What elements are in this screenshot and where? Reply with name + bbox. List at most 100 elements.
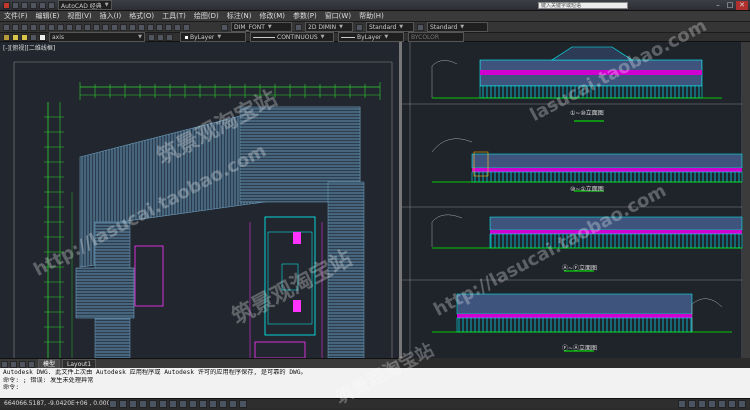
transparency-icon[interactable] [219, 399, 227, 408]
pan-icon[interactable] [93, 23, 100, 31]
layer-color-icon[interactable] [39, 33, 46, 41]
search-input[interactable]: 键入关键字或短语 [538, 2, 628, 9]
match-properties-icon[interactable] [66, 23, 73, 31]
tab-nav-prev-icon[interactable] [10, 360, 17, 368]
snap-mode-icon[interactable] [119, 399, 127, 408]
make-current-layer-icon[interactable] [148, 33, 155, 41]
calculator-icon[interactable] [174, 23, 181, 31]
copy-icon[interactable] [48, 23, 55, 31]
cut-icon[interactable] [39, 23, 46, 31]
dim-style-icon[interactable] [295, 23, 302, 31]
infer-constraints-icon[interactable] [109, 399, 117, 408]
sheet-set-icon[interactable] [156, 23, 163, 31]
ortho-mode-icon[interactable] [139, 399, 147, 408]
new-icon[interactable] [3, 23, 10, 31]
menu-view[interactable]: 视图(V) [63, 11, 95, 21]
maximize-button[interactable]: □ [724, 1, 736, 10]
command-line[interactable]: Autodesk DWG. 此文件上次由 Autodesk 应用程序或 Auto… [0, 368, 750, 398]
quick-view-layouts-icon[interactable] [688, 399, 696, 408]
markup-icon[interactable] [165, 23, 172, 31]
color-select[interactable]: ByLayer ▼ [180, 32, 246, 42]
menu-window[interactable]: 窗口(W) [321, 11, 355, 21]
workspace-switcher[interactable]: AutoCAD 经典 ▼ [58, 0, 112, 10]
help-icon[interactable] [183, 23, 190, 31]
annotation-scale-icon[interactable] [708, 399, 716, 408]
multileader-style-icon[interactable] [417, 23, 424, 31]
model-viewport-elevations[interactable]: ①~⑩立面图 ⑩~①立面图 Ⓐ~Ⓕ立面图 Ⓕ~Ⓐ立面图 [402, 42, 750, 358]
selection-cycling-icon[interactable] [239, 399, 247, 408]
lineweight-value: ByLayer [357, 33, 382, 41]
menu-insert[interactable]: 插入(I) [96, 11, 126, 21]
tab-nav-next-icon[interactable] [19, 360, 26, 368]
layer-lock-icon[interactable] [30, 33, 37, 41]
tool-palettes-icon[interactable] [147, 23, 154, 31]
print-icon[interactable] [30, 23, 37, 31]
workspace-switching-icon[interactable] [718, 399, 726, 408]
layer-bulb-icon[interactable] [12, 33, 19, 41]
quick-view-drawings-icon[interactable] [698, 399, 706, 408]
quick-properties-icon[interactable] [229, 399, 237, 408]
table-style-icon[interactable] [356, 23, 363, 31]
lock-icon[interactable] [728, 399, 736, 408]
open-file-icon[interactable] [21, 1, 28, 9]
textstyle-select[interactable]: Standard ▼ [366, 22, 414, 32]
menu-draw[interactable]: 绘图(D) [190, 11, 223, 21]
layer-states-icon[interactable] [166, 33, 173, 41]
redo-icon[interactable] [84, 23, 91, 31]
menu-dimension[interactable]: 标注(N) [223, 11, 256, 21]
undo-icon[interactable] [75, 23, 82, 31]
clean-screen-icon[interactable] [738, 399, 746, 408]
redo-icon[interactable] [48, 1, 55, 9]
elevation-drawings [402, 42, 743, 358]
layer-previous-icon[interactable] [157, 33, 164, 41]
menu-tools[interactable]: 工具(T) [158, 11, 190, 21]
menu-edit[interactable]: 编辑(E) [32, 11, 64, 21]
model-viewport-plan[interactable]: [-][俯视][二维线框] [0, 42, 399, 358]
model-space-icon[interactable] [678, 399, 686, 408]
close-button[interactable]: ✕ [736, 1, 748, 10]
zoom-window-icon[interactable] [111, 23, 118, 31]
3d-object-snap-icon[interactable] [169, 399, 177, 408]
menu-file[interactable]: 文件(F) [0, 11, 32, 21]
layers-toolbar: axis ▼ ByLayer ▼ CONTINUOUS ▼ ByLayer ▼ BYCO… [0, 32, 750, 42]
object-snap-icon[interactable] [159, 399, 167, 408]
text-style-icon[interactable] [221, 23, 228, 31]
dimstyle-select[interactable]: DIM_FONT ▼ [231, 22, 292, 32]
save-icon[interactable] [21, 23, 28, 31]
vertical-scrollbar[interactable] [743, 42, 750, 358]
grid-display-icon[interactable] [129, 399, 137, 408]
tablestyle-select[interactable]: Standard ▼ [427, 22, 488, 32]
menu-parametric[interactable]: 参数(P) [289, 11, 321, 21]
dynamic-input-icon[interactable] [199, 399, 207, 408]
command-prompt[interactable]: 命令: [3, 384, 747, 392]
object-snap-tracking-icon[interactable] [179, 399, 187, 408]
lineweight-icon[interactable] [209, 399, 217, 408]
polar-tracking-icon[interactable] [149, 399, 157, 408]
menu-format[interactable]: 格式(O) [125, 11, 158, 21]
properties-icon[interactable] [129, 23, 136, 31]
design-center-icon[interactable] [138, 23, 145, 31]
layer-sun-icon[interactable] [21, 33, 28, 41]
zoom-previous-icon[interactable] [120, 23, 127, 31]
paste-icon[interactable] [57, 23, 64, 31]
dimstyle2-select[interactable]: 2D DIMIN ▼ [305, 22, 353, 32]
minimize-button[interactable]: – [712, 1, 724, 10]
zoom-realtime-icon[interactable] [102, 23, 109, 31]
save-icon[interactable] [30, 1, 37, 9]
dynamic-ucs-icon[interactable] [189, 399, 197, 408]
layer-value: axis [52, 33, 65, 41]
app-logo-icon[interactable] [3, 1, 10, 9]
layer-select[interactable]: axis ▼ [49, 32, 145, 42]
layer-properties-icon[interactable] [3, 33, 10, 41]
tab-nav-last-icon[interactable] [28, 360, 35, 368]
plotstyle-select[interactable]: BYCOLOR [408, 32, 464, 42]
undo-icon[interactable] [39, 1, 46, 9]
tab-nav-first-icon[interactable] [1, 360, 8, 368]
lineweight-select[interactable]: ByLayer ▼ [338, 32, 404, 42]
open-icon[interactable] [12, 23, 19, 31]
new-file-icon[interactable] [12, 1, 19, 9]
menu-help[interactable]: 帮助(H) [355, 11, 388, 21]
linetype-select[interactable]: CONTINUOUS ▼ [250, 32, 334, 42]
menu-modify[interactable]: 修改(M) [255, 11, 289, 21]
chevron-down-icon: ▼ [399, 24, 404, 30]
